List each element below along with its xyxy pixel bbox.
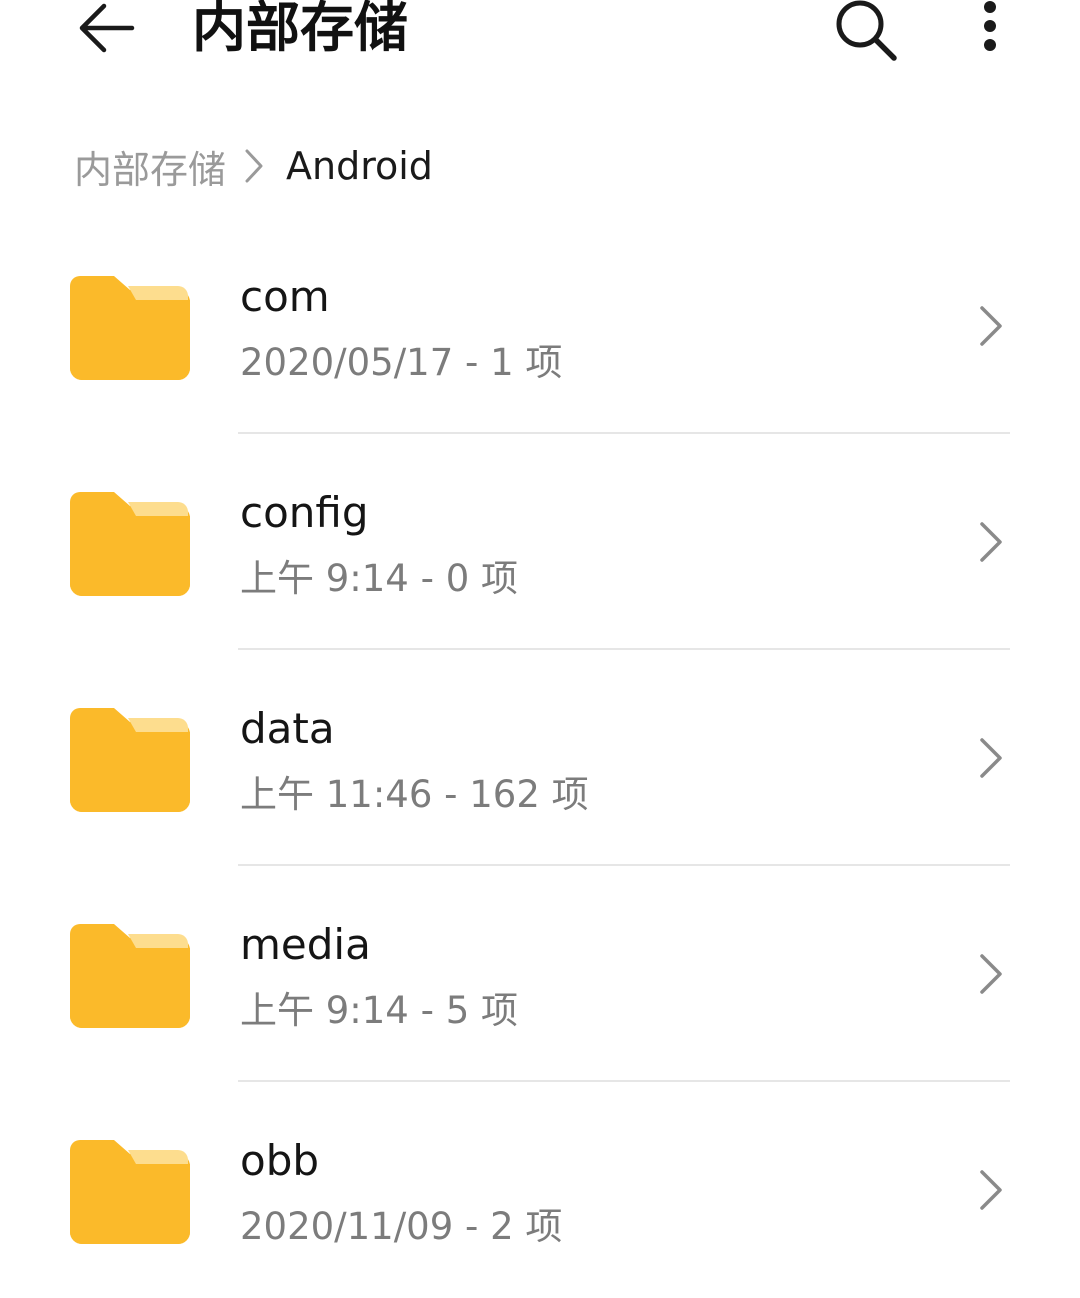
more-vertical-icon [984, 1, 996, 51]
app-bar: 内部存储 [0, 0, 1080, 70]
folder-icon [70, 276, 190, 380]
folder-meta: 上午 11:46 - 162 项 [240, 773, 589, 816]
chevron-right-icon [980, 522, 1002, 562]
folder-name: obb [240, 1136, 320, 1185]
chevron-right-icon [980, 738, 1002, 778]
chevron-right-icon [244, 148, 264, 184]
folder-meta: 上午 9:14 - 5 项 [240, 989, 519, 1032]
list-item[interactable]: com 2020/05/17 - 1 项 [0, 218, 1080, 434]
search-icon [836, 0, 897, 61]
folder-name: config [240, 488, 369, 537]
folder-name: data [240, 704, 335, 753]
folder-icon [70, 492, 190, 596]
folder-meta: 上午 9:14 - 0 项 [240, 557, 519, 600]
page-title: 内部存储 [192, 0, 408, 59]
breadcrumb: 内部存储 Android [74, 138, 433, 194]
chevron-right-icon [980, 954, 1002, 994]
folder-meta: 2020/11/09 - 2 项 [240, 1205, 563, 1248]
folder-meta: 2020/05/17 - 1 项 [240, 341, 563, 384]
list-item[interactable]: config 上午 9:14 - 0 项 [0, 434, 1080, 650]
folder-name: media [240, 920, 371, 969]
breadcrumb-current: Android [286, 144, 433, 188]
chevron-right-icon [980, 306, 1002, 346]
more-options-button[interactable] [962, 0, 1018, 60]
list-item[interactable]: media 上午 9:14 - 5 项 [0, 866, 1080, 1082]
folder-list: com 2020/05/17 - 1 项 config 上午 9:14 - 0 … [0, 218, 1080, 1298]
folder-name: com [240, 272, 330, 321]
back-button[interactable] [68, 0, 144, 58]
breadcrumb-root[interactable]: 内部存储 [74, 139, 226, 194]
folder-icon [70, 708, 190, 812]
folder-icon [70, 924, 190, 1028]
list-item[interactable]: data 上午 11:46 - 162 项 [0, 650, 1080, 866]
folder-icon [70, 1140, 190, 1244]
arrow-left-icon [79, 3, 135, 53]
list-item[interactable]: obb 2020/11/09 - 2 项 [0, 1082, 1080, 1298]
chevron-right-icon [980, 1170, 1002, 1210]
search-button[interactable] [826, 0, 906, 66]
